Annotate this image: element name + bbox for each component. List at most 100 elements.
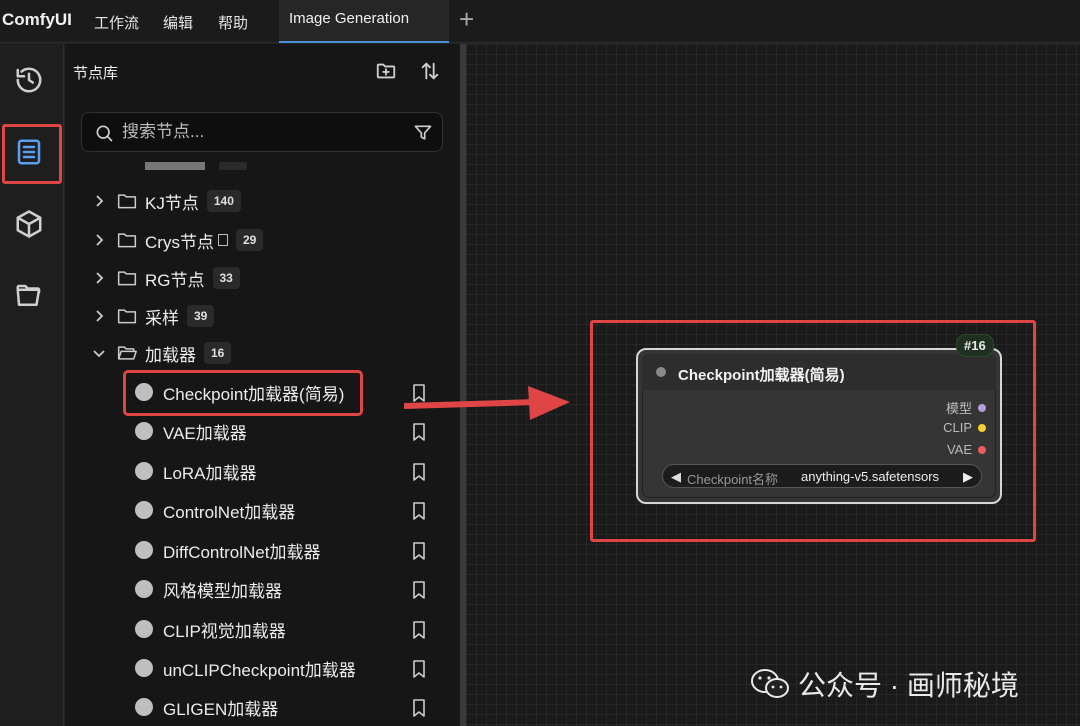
bookmark-icon[interactable] (409, 580, 429, 600)
category-label: 加载器 (145, 345, 196, 365)
workflows-folder-icon[interactable] (9, 276, 49, 316)
chevron-right-icon (91, 270, 107, 286)
bookmark-icon[interactable] (409, 501, 429, 521)
node-label: DiffControlNet加载器 (163, 542, 321, 562)
category-label: 采样 (145, 308, 179, 328)
bookmark-icon[interactable] (409, 698, 429, 718)
node-item-vae-loader[interactable]: VAE加载器 (135, 416, 247, 446)
count-badge: 33 (212, 267, 240, 289)
combo-label: Checkpoint名称 (687, 472, 779, 487)
watermark: 公众号 · 画师秘境 (750, 664, 1019, 704)
category-label: Crys节点 (145, 232, 214, 252)
output-slot-icon[interactable] (978, 445, 986, 454)
menu-workflow[interactable]: 工作流 (94, 12, 139, 33)
combo-prev-arrow-icon[interactable]: ◀ (671, 469, 681, 485)
folder-icon (117, 231, 137, 249)
folder-icon (117, 192, 137, 210)
category-sampling[interactable]: 采样 39 (91, 301, 215, 331)
filter-icon[interactable] (413, 123, 433, 148)
node-dot (135, 501, 153, 519)
node-label: unCLIPCheckpoint加载器 (163, 660, 356, 680)
search-box (81, 112, 443, 152)
node-label: VAE加载器 (163, 423, 247, 443)
chevron-right-icon (91, 308, 107, 324)
app-logo[interactable]: ComfyUI (2, 10, 72, 30)
collapse-dot-icon[interactable] (656, 367, 666, 377)
node-item-diffcontrolnet-loader[interactable]: DiffControlNet加载器 (135, 535, 320, 565)
node-item-gligen-loader[interactable]: GLIGEN加载器 (135, 692, 278, 722)
count-badge: 29 (235, 229, 264, 251)
node-label: LoRA加载器 (163, 463, 257, 483)
output-vae[interactable]: VAE (947, 442, 986, 457)
output-slot-icon[interactable] (978, 403, 986, 412)
output-label: CLIP (943, 420, 972, 435)
wechat-icon (751, 669, 789, 698)
node-item-unclip-checkpoint-loader[interactable]: unCLIPCheckpoint加载器 (135, 653, 356, 683)
count-badge: 16 (204, 342, 232, 364)
count-badge: 140 (206, 190, 241, 212)
output-label: VAE (946, 442, 972, 457)
category-rg[interactable]: RG节点 33 (91, 263, 240, 293)
add-tab-button[interactable]: + (459, 6, 474, 32)
unknown-glyph-icon (217, 234, 228, 246)
node-item-controlnet-loader[interactable]: ControlNet加载器 (135, 495, 295, 525)
bookmark-icon[interactable] (409, 620, 429, 640)
folder-open-icon (117, 344, 137, 362)
node-dot (135, 383, 153, 401)
node-body: Checkpoint加载器(简易) 模型 CLIP VAE ◀ Checkpoi… (642, 354, 996, 498)
search-icon (94, 123, 114, 148)
node-dot (135, 620, 153, 638)
bookmark-icon[interactable] (409, 659, 429, 679)
node-library-icon[interactable] (9, 132, 49, 172)
node-item-clip-vision-loader[interactable]: CLIP视觉加载器 (135, 614, 286, 644)
chevron-right-icon (91, 232, 107, 248)
node-label: GLIGEN加载器 (163, 699, 279, 719)
folder-icon (117, 269, 137, 287)
node-header[interactable]: Checkpoint加载器(简易) (642, 354, 996, 390)
combo-value: anything-v5.safetensors (801, 469, 940, 484)
output-model[interactable]: 模型 (946, 398, 986, 417)
menu-help[interactable]: 帮助 (218, 12, 248, 33)
node-item-lora-loader[interactable]: LoRA加载器 (135, 456, 257, 486)
node-id-badge: #16 (956, 334, 994, 357)
menu-edit[interactable]: 编辑 (163, 12, 193, 33)
search-input[interactable] (122, 121, 402, 143)
node-dot (135, 580, 153, 598)
checkpoint-name-combo[interactable]: ◀ Checkpoint名称 anything-v5.safetensors ▶ (662, 464, 982, 488)
checkpoint-loader-node[interactable]: Checkpoint加载器(简易) 模型 CLIP VAE ◀ Checkpoi… (636, 334, 1002, 504)
node-title: Checkpoint加载器(简易) (678, 367, 845, 384)
model-library-icon[interactable] (9, 204, 49, 244)
node-label: 风格模型加载器 (163, 581, 282, 601)
bookmark-icon[interactable] (409, 462, 429, 482)
category-kj[interactable]: KJ节点 140 (91, 186, 241, 216)
node-dot (135, 422, 153, 440)
output-label: 模型 (945, 401, 972, 416)
tab-label: Image Generation (289, 10, 410, 27)
node-label: ControlNet加载器 (163, 502, 296, 522)
new-folder-icon[interactable] (373, 58, 399, 84)
chevron-right-icon (91, 193, 107, 209)
node-dot (135, 698, 153, 716)
combo-next-arrow-icon[interactable]: ▶ (963, 469, 973, 485)
panel-title: 节点库 (73, 65, 119, 82)
output-slot-icon[interactable] (978, 423, 986, 432)
node-item-style-model-loader[interactable]: 风格模型加载器 (135, 574, 282, 604)
category-loaders[interactable]: 加载器 16 (91, 338, 232, 368)
annotation-arrow-icon (404, 386, 570, 420)
node-dot (135, 462, 153, 480)
node-library-panel: 节点库 KJ节点 140 Crys节点 29 (65, 44, 460, 726)
count-badge: 39 (187, 305, 215, 327)
node-dot (135, 659, 153, 677)
history-icon[interactable] (9, 60, 49, 100)
category-label: KJ节点 (145, 193, 199, 213)
category-crys[interactable]: Crys节点 29 (91, 225, 264, 255)
chevron-down-icon (91, 345, 107, 361)
output-clip[interactable]: CLIP (943, 420, 986, 435)
node-item-checkpoint-loader[interactable]: Checkpoint加载器(简易) (135, 377, 344, 407)
tab-image-generation[interactable]: Image Generation (279, 0, 449, 43)
top-bar: ComfyUI 工作流 编辑 帮助 Image Generation + (0, 0, 1080, 43)
sort-icon[interactable] (417, 58, 443, 84)
bookmark-icon[interactable] (409, 541, 429, 561)
icon-rail (0, 44, 64, 726)
folder-icon (117, 307, 137, 325)
